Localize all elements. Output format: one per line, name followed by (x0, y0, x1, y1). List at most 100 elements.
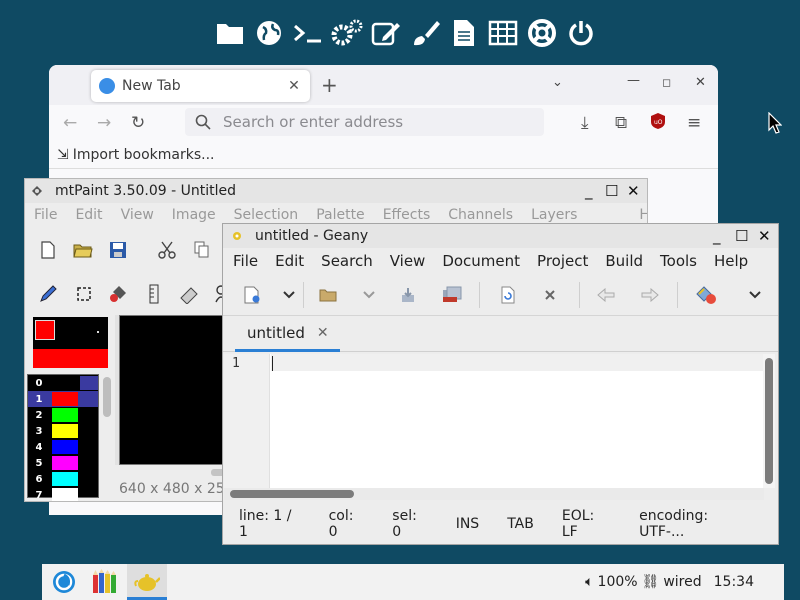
close-window-icon[interactable]: ✕ (758, 227, 771, 245)
fill-bucket-icon[interactable] (108, 283, 130, 305)
image-canvas[interactable] (119, 315, 227, 465)
foreground-color-swatch[interactable] (35, 320, 55, 340)
new-from-template-chevron-icon[interactable] (278, 284, 300, 306)
palette-entry[interactable]: 4 (28, 439, 98, 455)
maximize-icon[interactable]: ◻ (662, 76, 671, 89)
menu-tools[interactable]: Tools (660, 252, 697, 270)
palette-entry[interactable]: 6 (28, 471, 98, 487)
network-status[interactable]: wired (663, 574, 701, 590)
new-tab-button[interactable]: + (321, 73, 338, 97)
palette-entry[interactable]: 5 (28, 455, 98, 471)
menu-channels[interactable]: Channels (448, 207, 513, 223)
open-folder-icon[interactable] (317, 284, 339, 306)
background-color-swatch[interactable] (33, 349, 108, 368)
maximize-icon[interactable]: ☐ (605, 182, 618, 200)
palette-entry[interactable]: 2 (28, 407, 98, 423)
menu-file[interactable]: File (233, 252, 258, 270)
new-file-icon[interactable] (241, 284, 263, 306)
menu-build[interactable]: Build (605, 252, 643, 270)
tab-list-chevron-icon[interactable]: ⌄ (552, 75, 563, 90)
build-options-chevron-icon[interactable] (744, 284, 766, 306)
taskbar-geany[interactable] (127, 564, 167, 600)
new-file-icon[interactable] (37, 239, 59, 261)
menu-edit[interactable]: Edit (75, 207, 102, 223)
eraser-icon[interactable] (178, 283, 200, 305)
menu-help[interactable]: Help (639, 207, 647, 223)
menu-layers[interactable]: Layers (531, 207, 577, 223)
menu-help[interactable]: Help (714, 252, 748, 270)
taskbar-mtpaint[interactable] (84, 564, 124, 600)
copy-icon[interactable] (191, 239, 213, 261)
close-tab-icon[interactable]: ✕ (317, 325, 329, 341)
palette-entry-selected[interactable]: 1 (28, 391, 98, 407)
editor-hscrollbar[interactable] (224, 488, 764, 500)
reload-icon[interactable]: ↻ (131, 113, 145, 133)
extensions-icon[interactable]: ⧉ (615, 113, 627, 133)
menu-search[interactable]: Search (321, 252, 373, 270)
paint-brush-icon[interactable] (405, 14, 444, 52)
volume-level[interactable]: 100% (598, 574, 638, 590)
settings-icon[interactable] (327, 14, 366, 52)
minimize-icon[interactable]: — (627, 73, 640, 88)
code-editor[interactable]: 1 (224, 354, 764, 488)
menu-palette[interactable]: Palette (316, 207, 365, 223)
taskbar-browser[interactable] (44, 564, 84, 600)
palette-entry[interactable]: 7 (28, 487, 98, 501)
reload-icon[interactable] (497, 284, 519, 306)
color-swatch-area[interactable] (33, 317, 108, 368)
import-bookmarks-link[interactable]: Import bookmarks... (73, 147, 215, 163)
menu-effects[interactable]: Effects (383, 207, 431, 223)
save-icon[interactable] (397, 284, 419, 306)
downloads-icon[interactable]: ⤓ (581, 113, 589, 133)
ublock-icon[interactable]: uO (650, 112, 666, 135)
menu-document[interactable]: Document (442, 252, 520, 270)
maximize-icon[interactable]: ☐ (735, 227, 748, 245)
menu-selection[interactable]: Selection (234, 207, 299, 223)
forward-arrow-icon[interactable] (639, 284, 661, 306)
close-window-icon[interactable]: ✕ (627, 182, 640, 200)
menu-edit[interactable]: Edit (275, 252, 304, 270)
spreadsheet-icon[interactable] (483, 14, 522, 52)
palette-list[interactable]: 0 1 2 3 4 5 6 7 (27, 374, 99, 501)
clock[interactable]: 15:34 (714, 574, 754, 590)
scrollbar-thumb[interactable] (230, 490, 354, 498)
tab-untitled[interactable]: untitled ✕ (235, 316, 340, 352)
terminal-icon[interactable] (288, 14, 327, 52)
close-window-icon[interactable]: ✕ (695, 75, 706, 90)
editor-vscrollbar[interactable] (763, 354, 775, 488)
close-tab-icon[interactable]: ✕ (284, 78, 304, 94)
volume-icon[interactable]: 🔈︎ (585, 574, 593, 590)
menu-view[interactable]: View (121, 207, 154, 223)
forward-arrow-icon[interactable]: → (97, 113, 111, 133)
help-lifebuoy-icon[interactable] (522, 14, 561, 52)
browser-tab[interactable]: New Tab ✕ (91, 70, 310, 102)
menu-file[interactable]: File (34, 207, 57, 223)
minimize-icon[interactable]: _ (585, 182, 593, 200)
menu-hamburger-icon[interactable]: ≡ (687, 113, 701, 133)
open-recent-chevron-icon[interactable] (358, 284, 380, 306)
minimize-icon[interactable]: _ (713, 227, 721, 245)
menu-view[interactable]: View (390, 252, 426, 270)
save-all-icon[interactable] (441, 284, 463, 306)
power-icon[interactable] (561, 14, 600, 52)
edit-icon[interactable] (366, 14, 405, 52)
save-icon[interactable] (107, 239, 129, 261)
folder-icon[interactable] (210, 14, 249, 52)
back-arrow-icon[interactable]: ← (63, 113, 77, 133)
address-bar[interactable] (185, 108, 544, 136)
ruler-icon[interactable] (143, 283, 165, 305)
scrollbar-thumb[interactable] (765, 358, 773, 484)
back-arrow-icon[interactable] (595, 284, 617, 306)
globe-icon[interactable] (249, 14, 288, 52)
network-icon[interactable]: ⛓︎ (642, 574, 660, 590)
palette-entry[interactable]: 3 (28, 423, 98, 439)
document-icon[interactable] (444, 14, 483, 52)
palette-scrollbar[interactable] (103, 377, 111, 417)
pencil-icon[interactable] (37, 283, 59, 305)
cut-icon[interactable] (156, 239, 178, 261)
close-file-icon[interactable] (539, 284, 561, 306)
open-folder-icon[interactable] (72, 239, 94, 261)
compile-icon[interactable] (695, 284, 717, 306)
select-rectangle-icon[interactable] (73, 283, 95, 305)
palette-entry[interactable]: 0 (28, 375, 98, 391)
